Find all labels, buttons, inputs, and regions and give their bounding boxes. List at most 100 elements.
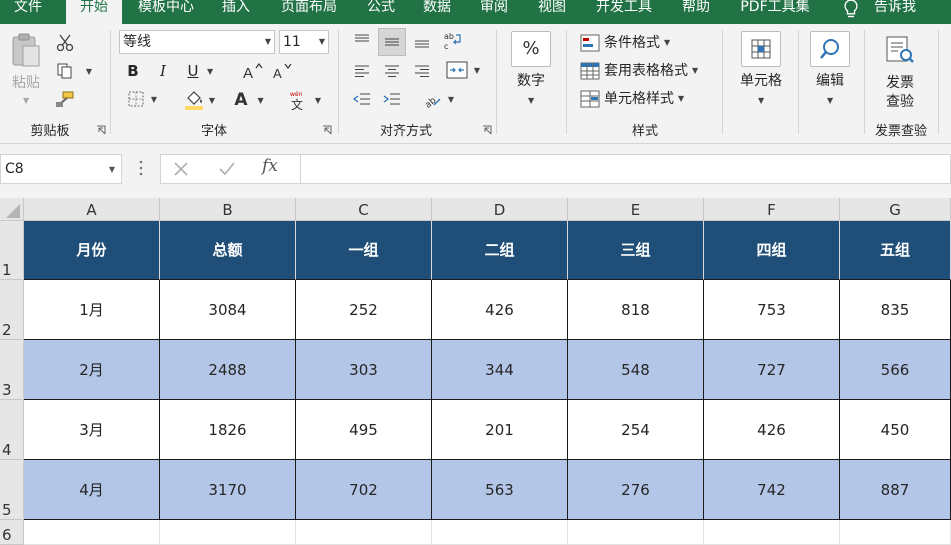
column-header-b[interactable]: B: [160, 198, 296, 221]
tab-formulas[interactable]: 公式: [358, 0, 404, 24]
data-cell[interactable]: 254: [568, 400, 704, 460]
align-right-button[interactable]: [410, 60, 434, 82]
select-all-corner[interactable]: [0, 198, 24, 221]
fill-color-dropdown-icon[interactable]: ▼: [209, 96, 215, 105]
align-center-button[interactable]: [380, 60, 404, 82]
underline-dropdown-icon[interactable]: ▼: [207, 67, 213, 76]
row-header-2[interactable]: 2: [0, 280, 24, 340]
row-header-4[interactable]: 4: [0, 400, 24, 460]
clipboard-launcher-icon[interactable]: [96, 125, 106, 135]
row-header-1[interactable]: 1: [0, 221, 24, 280]
header-cell[interactable]: 一组: [296, 221, 432, 280]
decrease-font-button[interactable]: A: [270, 60, 294, 82]
wrap-text-button[interactable]: ab c: [440, 28, 466, 54]
tab-developer[interactable]: 开发工具: [586, 0, 662, 24]
cut-button[interactable]: [54, 32, 76, 54]
header-cell[interactable]: 三组: [568, 221, 704, 280]
enter-check-icon[interactable]: [218, 160, 236, 178]
data-cell[interactable]: 252: [296, 280, 432, 340]
header-cell[interactable]: 总额: [160, 221, 296, 280]
font-color-dropdown-icon[interactable]: ▼: [258, 96, 264, 105]
empty-cell[interactable]: [840, 520, 951, 545]
column-header-d[interactable]: D: [432, 198, 568, 221]
tab-data[interactable]: 数据: [414, 0, 460, 24]
column-header-f[interactable]: F: [704, 198, 840, 221]
header-cell[interactable]: 月份: [24, 221, 160, 280]
formula-input[interactable]: [300, 154, 951, 184]
data-cell[interactable]: 566: [840, 340, 951, 400]
column-header-a[interactable]: A: [24, 198, 160, 221]
tell-me-search[interactable]: 告诉我: [874, 0, 916, 24]
number-format-button[interactable]: %: [511, 31, 551, 67]
align-middle-button[interactable]: [378, 28, 406, 56]
tab-view[interactable]: 视图: [528, 0, 576, 24]
data-cell[interactable]: 495: [296, 400, 432, 460]
tab-template-center[interactable]: 模板中心: [126, 0, 206, 24]
column-header-c[interactable]: C: [296, 198, 432, 221]
data-cell[interactable]: 303: [296, 340, 432, 400]
insert-function-icon[interactable]: fx: [262, 156, 278, 176]
empty-cell[interactable]: [296, 520, 432, 545]
row-header-5[interactable]: 5: [0, 460, 24, 520]
table-format-button[interactable]: 套用表格格式 ▼: [580, 60, 698, 82]
column-header-e[interactable]: E: [568, 198, 704, 221]
font-color-button[interactable]: A ▼: [228, 88, 270, 112]
font-size-select[interactable]: 11 ▼: [279, 30, 329, 54]
merge-dropdown-icon[interactable]: ▼: [474, 66, 480, 75]
editing-dropdown-icon[interactable]: ▼: [827, 96, 833, 105]
copy-dropdown-icon[interactable]: ▼: [86, 67, 92, 76]
borders-dropdown-icon[interactable]: ▼: [151, 95, 157, 104]
tab-review[interactable]: 审阅: [470, 0, 518, 24]
data-cell[interactable]: 887: [840, 460, 951, 520]
cells-dropdown-icon[interactable]: ▼: [758, 96, 764, 105]
lightbulb-icon[interactable]: [842, 0, 860, 20]
tab-file[interactable]: 文件: [0, 0, 56, 24]
header-cell[interactable]: 二组: [432, 221, 568, 280]
header-cell[interactable]: 五组: [840, 221, 951, 280]
italic-button[interactable]: I: [152, 60, 174, 82]
invoice-check-button[interactable]: [882, 32, 918, 68]
font-launcher-icon[interactable]: [322, 125, 332, 135]
empty-cell[interactable]: [432, 520, 568, 545]
data-cell[interactable]: 3084: [160, 280, 296, 340]
data-cell[interactable]: 1月: [24, 280, 160, 340]
number-dropdown-icon[interactable]: ▼: [528, 96, 534, 105]
resize-handle-icon[interactable]: [138, 158, 144, 178]
data-cell[interactable]: 2488: [160, 340, 296, 400]
data-cell[interactable]: 4月: [24, 460, 160, 520]
increase-font-button[interactable]: A: [240, 60, 264, 82]
underline-button[interactable]: U: [182, 60, 204, 82]
data-cell[interactable]: 548: [568, 340, 704, 400]
data-cell[interactable]: 426: [432, 280, 568, 340]
cell-styles-button[interactable]: 单元格样式 ▼: [580, 88, 684, 110]
data-cell[interactable]: 835: [840, 280, 951, 340]
data-cell[interactable]: 276: [568, 460, 704, 520]
paste-button[interactable]: [8, 32, 44, 68]
data-cell[interactable]: 742: [704, 460, 840, 520]
data-cell[interactable]: 563: [432, 460, 568, 520]
tab-help[interactable]: 帮助: [672, 0, 720, 24]
worksheet-grid[interactable]: ABCDEFG 123456 月份 总额 一组 二组 三组 四组 五组 1月 3084 252 42…: [0, 198, 951, 545]
align-left-button[interactable]: [350, 60, 374, 82]
data-cell[interactable]: 3170: [160, 460, 296, 520]
tab-home[interactable]: 开始: [66, 0, 122, 24]
data-cell[interactable]: 201: [432, 400, 568, 460]
data-cell[interactable]: 3月: [24, 400, 160, 460]
merge-center-button[interactable]: ▼: [440, 58, 486, 82]
phonetic-dropdown-icon[interactable]: ▼: [315, 96, 321, 105]
data-cell[interactable]: 426: [704, 400, 840, 460]
row-header-6[interactable]: 6: [0, 520, 24, 545]
empty-cell[interactable]: [568, 520, 704, 545]
column-header-g[interactable]: G: [840, 198, 951, 221]
data-cell[interactable]: 753: [704, 280, 840, 340]
editing-button[interactable]: [810, 31, 850, 67]
conditional-format-button[interactable]: 条件格式 ▼: [580, 32, 670, 54]
empty-cell[interactable]: [704, 520, 840, 545]
orientation-dropdown-icon[interactable]: ▼: [448, 95, 454, 104]
empty-cell[interactable]: [160, 520, 296, 545]
format-painter-button[interactable]: [54, 88, 76, 110]
cancel-icon[interactable]: [172, 160, 190, 178]
empty-cell[interactable]: [24, 520, 160, 545]
font-name-select[interactable]: 等线 ▼: [119, 30, 275, 54]
data-cell[interactable]: 702: [296, 460, 432, 520]
